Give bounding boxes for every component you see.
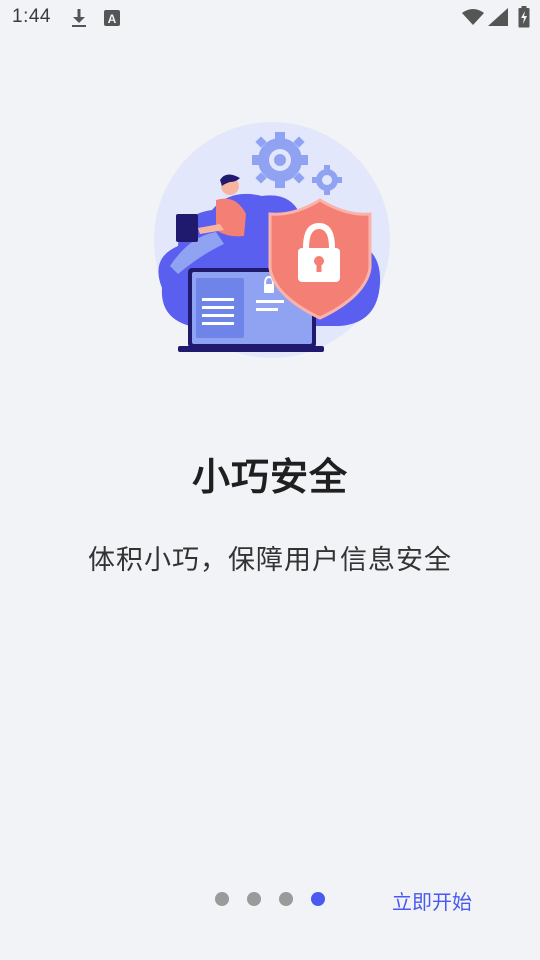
signal-icon <box>488 8 508 30</box>
start-now-button[interactable]: 立即开始 <box>392 886 472 915</box>
status-bar: 1:44 A <box>0 0 540 36</box>
wifi-icon <box>462 8 484 30</box>
security-illustration <box>150 118 395 368</box>
page-subtitle: 体积小巧，保障用户信息安全 <box>88 545 452 576</box>
gear-icon <box>252 132 308 188</box>
font-a-icon: A <box>104 10 120 30</box>
battery-icon <box>518 6 530 32</box>
status-time: 1:44 <box>12 6 51 27</box>
page-title: 小巧安全 <box>191 455 348 499</box>
page-dot-4[interactable] <box>311 892 325 906</box>
download-icon <box>70 8 88 32</box>
page-dot-1[interactable] <box>215 892 229 906</box>
page-dot-2[interactable] <box>247 892 261 906</box>
page-dot-3[interactable] <box>279 892 293 906</box>
svg-text:A: A <box>108 12 117 26</box>
